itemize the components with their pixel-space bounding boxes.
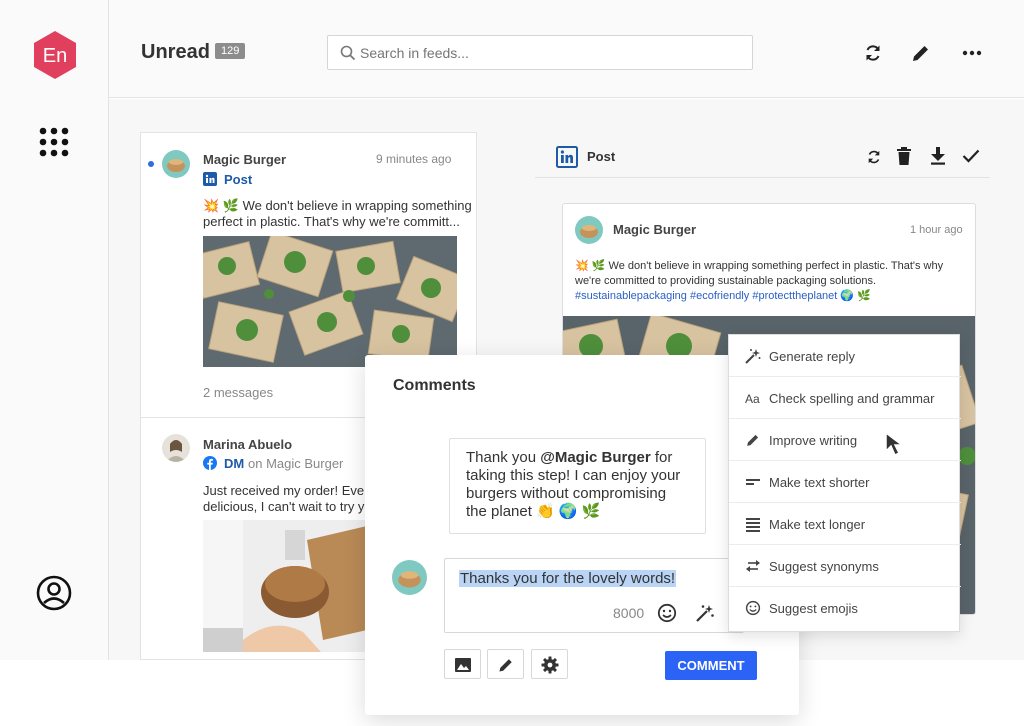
page-title: Unread xyxy=(141,41,210,63)
avatar xyxy=(575,216,603,244)
preview-line: perfect in plastic. That's why we're com… xyxy=(203,214,460,229)
menu-item-make-shorter[interactable]: Make text shorter xyxy=(729,461,961,503)
linkedin-icon xyxy=(556,146,578,168)
author-name: Magic Burger xyxy=(203,152,287,167)
avatar xyxy=(162,150,190,178)
linkedin-icon xyxy=(203,172,217,186)
timestamp: 9 minutes ago xyxy=(376,152,452,166)
menu-item-label: Improve writing xyxy=(769,433,858,448)
author-name: Marina Abuelo xyxy=(203,437,293,452)
left-rail: En xyxy=(0,0,109,660)
download-icon[interactable] xyxy=(930,147,946,165)
preview-line: 💥 🌿 We don't believe in wrapping somethi… xyxy=(203,198,472,213)
mention[interactable]: @Magic Burger xyxy=(540,449,650,466)
smiley-icon xyxy=(745,600,761,616)
reply-draft-text[interactable]: Thanks you for the lovely words! xyxy=(459,570,677,587)
unread-dot xyxy=(148,161,154,167)
ai-assist-menu: Generate reply Aa Check spelling and gra… xyxy=(728,334,961,632)
comment-bubble: Thank you @Magic Burger for taking this … xyxy=(449,438,706,534)
unread-count-badge: 129 xyxy=(215,43,246,59)
refresh-icon[interactable] xyxy=(862,42,884,64)
character-counter: 8000 xyxy=(613,605,645,621)
menu-item-label: Suggest emojis xyxy=(769,601,858,616)
comment-text: Thank you xyxy=(466,449,541,466)
svg-text:Aa: Aa xyxy=(745,392,760,406)
gear-icon xyxy=(541,656,559,674)
post-image xyxy=(203,236,457,367)
menu-item-label: Suggest synonyms xyxy=(769,559,879,574)
profile-icon[interactable] xyxy=(36,575,72,611)
post-body: 💥 🌿 We don't believe in wrapping somethi… xyxy=(575,259,967,304)
menu-item-label: Check spelling and grammar xyxy=(769,391,935,406)
mouse-cursor-icon xyxy=(885,431,905,457)
menu-item-generate-reply[interactable]: Generate reply xyxy=(729,335,961,377)
menu-item-make-longer[interactable]: Make text longer xyxy=(729,503,961,545)
edit-button[interactable] xyxy=(487,649,524,679)
post-text-tail: 🌍 🌿 xyxy=(837,290,871,302)
channel-suffix: on Magic Burger xyxy=(248,456,344,471)
search-box[interactable] xyxy=(327,35,753,70)
menu-item-check-spelling[interactable]: Aa Check spelling and grammar xyxy=(729,377,961,419)
top-header: Unread 129 xyxy=(109,0,1024,98)
message-count: 2 messages xyxy=(203,385,274,400)
more-options-icon[interactable] xyxy=(961,42,983,64)
refresh-icon[interactable] xyxy=(865,148,883,166)
post-author: Magic Burger xyxy=(613,222,697,237)
dm-image xyxy=(203,520,367,652)
channel-label: DM xyxy=(224,456,245,471)
pencil-icon xyxy=(747,434,759,446)
post-time: 1 hour ago xyxy=(910,224,963,236)
preview-line: delicious, I can't wait to try yo xyxy=(203,499,367,514)
menu-item-label: Make text longer xyxy=(769,517,866,532)
insert-image-button[interactable] xyxy=(444,649,481,679)
menu-item-suggest-synonyms[interactable]: Suggest synonyms xyxy=(729,545,961,587)
comment-submit-button[interactable]: COMMENT xyxy=(665,651,757,680)
text-aa-icon: Aa xyxy=(745,392,760,406)
reply-editor[interactable]: Thanks you for the lovely words! 8000 xyxy=(444,558,744,633)
emoji-picker-icon[interactable] xyxy=(657,603,677,623)
avatar xyxy=(392,560,427,595)
magic-wand-icon xyxy=(745,349,761,364)
pencil-icon xyxy=(499,659,512,672)
check-icon[interactable] xyxy=(962,148,980,164)
menu-item-improve-writing[interactable]: Improve writing xyxy=(729,419,961,461)
post-detail-header: Post xyxy=(535,136,990,178)
compose-pencil-icon[interactable] xyxy=(910,42,932,64)
long-lines-icon xyxy=(746,518,760,532)
search-icon xyxy=(340,45,356,61)
menu-item-label: Generate reply xyxy=(769,349,855,364)
post-text: 💥 🌿 We don't believe in wrapping somethi… xyxy=(575,260,944,287)
swap-arrows-icon xyxy=(746,560,760,572)
settings-button[interactable] xyxy=(531,649,568,679)
post-hashtags[interactable]: #sustainablepackaging #ecofriendly #prot… xyxy=(575,290,837,302)
menu-item-suggest-emojis[interactable]: Suggest emojis xyxy=(729,587,961,629)
short-lines-icon xyxy=(746,479,760,485)
trash-icon[interactable] xyxy=(896,147,912,165)
comments-title: Comments xyxy=(393,377,476,394)
menu-item-label: Make text shorter xyxy=(769,475,870,490)
search-input[interactable] xyxy=(360,42,740,64)
facebook-icon xyxy=(203,456,217,470)
channel-label: Post xyxy=(224,172,253,187)
preview-line: Just received my order! Every xyxy=(203,483,367,498)
logo-text: En xyxy=(43,45,67,67)
apps-grid-icon[interactable] xyxy=(39,127,69,157)
app-logo[interactable]: En xyxy=(32,30,78,80)
detail-channel-label: Post xyxy=(587,149,616,164)
image-icon xyxy=(455,658,471,672)
avatar xyxy=(162,434,190,462)
ai-sparkle-icon[interactable] xyxy=(695,603,715,623)
